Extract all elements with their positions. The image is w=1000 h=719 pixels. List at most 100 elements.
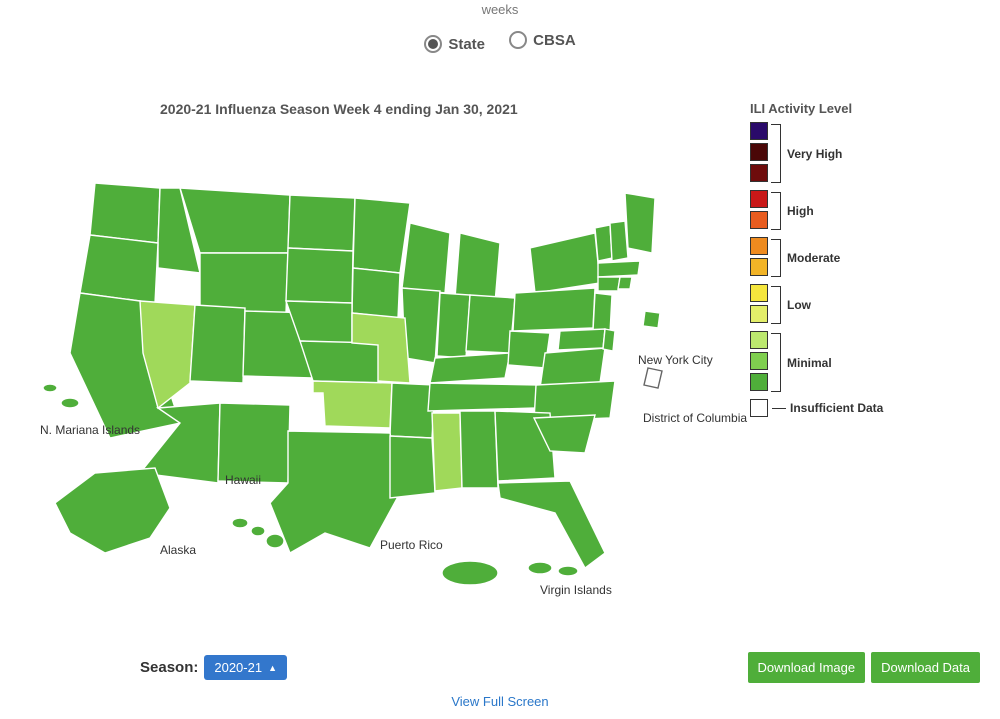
- geography-radio-group: State CBSA: [0, 31, 1000, 53]
- download-data-button[interactable]: Download Data: [871, 652, 980, 683]
- swatch-icon: [750, 258, 768, 276]
- swatch-icon: [750, 122, 768, 140]
- legend-group-label: Moderate: [787, 251, 840, 265]
- state-ms[interactable]: [432, 413, 462, 491]
- state-de[interactable]: [603, 329, 615, 351]
- swatch-icon: [750, 211, 768, 229]
- state-fl[interactable]: [498, 481, 605, 568]
- state-hi-3[interactable]: [266, 534, 284, 548]
- inset-nyc[interactable]: [643, 311, 660, 328]
- label-nmi: N. Mariana Islands: [40, 423, 140, 437]
- state-la[interactable]: [390, 436, 435, 498]
- state-mt[interactable]: [180, 188, 290, 253]
- state-ky[interactable]: [430, 353, 510, 383]
- radio-state[interactable]: State: [424, 35, 485, 53]
- radio-cbsa-label: CBSA: [533, 32, 576, 49]
- legend-group: Moderate: [750, 237, 883, 279]
- label-vi: Virgin Islands: [540, 583, 612, 597]
- legend: ILI Activity Level Very HighHighModerate…: [750, 101, 883, 422]
- radio-circle-icon: [509, 31, 527, 49]
- state-mn[interactable]: [353, 198, 410, 273]
- state-tn[interactable]: [428, 383, 540, 411]
- legend-group-label: Minimal: [787, 356, 832, 370]
- label-dc: District of Columbia: [643, 411, 747, 425]
- legend-group-label: High: [787, 204, 814, 218]
- state-or[interactable]: [80, 235, 158, 303]
- state-ri[interactable]: [618, 277, 632, 289]
- state-pa[interactable]: [513, 288, 595, 331]
- state-ia[interactable]: [352, 268, 400, 318]
- radio-dot-icon: [424, 35, 442, 53]
- legend-insufficient-label: Insufficient Data: [790, 401, 883, 415]
- state-nj[interactable]: [593, 293, 612, 333]
- state-ks[interactable]: [300, 341, 380, 383]
- label-nyc: New York City: [638, 353, 713, 367]
- label-hawaii: Hawaii: [225, 473, 261, 487]
- legend-dash-icon: [772, 408, 786, 409]
- state-nh[interactable]: [610, 221, 628, 261]
- swatch-insufficient: [750, 399, 768, 417]
- state-me[interactable]: [625, 193, 655, 253]
- chevron-up-icon: ▲: [268, 663, 277, 673]
- state-ak[interactable]: [55, 468, 170, 553]
- us-map[interactable]: [40, 153, 720, 603]
- legend-group: Low: [750, 284, 883, 326]
- territory-nmi-1[interactable]: [43, 384, 57, 392]
- state-wy[interactable]: [200, 253, 288, 313]
- state-nm[interactable]: [218, 403, 290, 483]
- state-ct[interactable]: [598, 277, 620, 291]
- legend-group: Very High: [750, 122, 883, 185]
- state-ok[interactable]: [313, 381, 392, 428]
- swatch-icon: [750, 164, 768, 182]
- swatch-icon: [750, 331, 768, 349]
- state-al[interactable]: [460, 411, 498, 488]
- bottom-bar: Season: 2020-21 ▲ Download Image Downloa…: [0, 652, 1000, 683]
- state-ma[interactable]: [598, 261, 640, 277]
- territory-vi-2[interactable]: [558, 566, 578, 576]
- swatch-icon: [750, 284, 768, 302]
- inset-dc[interactable]: [644, 368, 662, 388]
- legend-group: Minimal: [750, 331, 883, 394]
- state-tx[interactable]: [270, 431, 400, 553]
- state-sd[interactable]: [286, 248, 353, 303]
- swatch-icon: [750, 373, 768, 391]
- season-select[interactable]: 2020-21 ▲: [204, 655, 287, 680]
- state-ny[interactable]: [530, 233, 600, 293]
- territory-vi-1[interactable]: [528, 562, 552, 574]
- state-hi-2[interactable]: [251, 526, 265, 536]
- state-ut[interactable]: [190, 305, 245, 383]
- state-wi[interactable]: [402, 223, 450, 293]
- state-hi-1[interactable]: [232, 518, 248, 528]
- bracket-icon: [771, 192, 781, 230]
- state-nd[interactable]: [288, 195, 355, 251]
- state-md[interactable]: [558, 329, 605, 350]
- bracket-icon: [771, 333, 781, 392]
- state-oh[interactable]: [466, 295, 515, 353]
- legend-insufficient: Insufficient Data: [750, 399, 883, 417]
- territory-pr[interactable]: [442, 561, 498, 585]
- swatch-icon: [750, 352, 768, 370]
- season-label: Season:: [140, 659, 198, 676]
- swatch-icon: [750, 305, 768, 323]
- label-alaska: Alaska: [160, 543, 196, 557]
- state-in[interactable]: [437, 293, 470, 358]
- legend-group: High: [750, 190, 883, 232]
- view-full-screen-link[interactable]: View Full Screen: [451, 694, 548, 709]
- bracket-icon: [771, 124, 781, 183]
- map-title: 2020-21 Influenza Season Week 4 ending J…: [160, 101, 518, 117]
- truncated-header-label: weeks: [0, 0, 1000, 17]
- main-area: 2020-21 Influenza Season Week 4 ending J…: [0, 93, 1000, 603]
- legend-group-label: Very High: [787, 147, 842, 161]
- season-value: 2020-21: [214, 660, 262, 675]
- legend-group-label: Low: [787, 298, 811, 312]
- territory-nmi-2[interactable]: [61, 398, 79, 408]
- swatch-icon: [750, 190, 768, 208]
- radio-state-label: State: [448, 36, 485, 53]
- state-wa[interactable]: [90, 183, 160, 243]
- bracket-icon: [771, 239, 781, 277]
- swatch-icon: [750, 143, 768, 161]
- state-mi[interactable]: [455, 233, 500, 303]
- state-vt[interactable]: [595, 225, 612, 261]
- radio-cbsa[interactable]: CBSA: [509, 31, 576, 49]
- download-image-button[interactable]: Download Image: [748, 652, 866, 683]
